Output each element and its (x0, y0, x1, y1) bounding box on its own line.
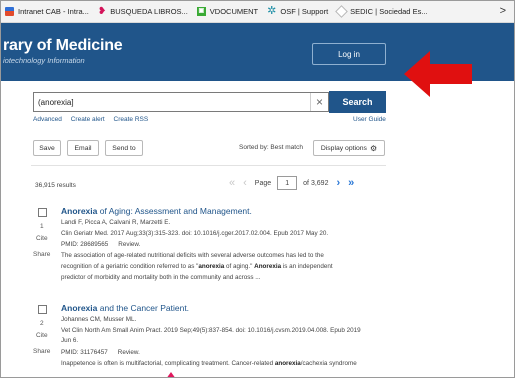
result-snippet-line: predictor of morbidity and mortality bot… (61, 274, 261, 281)
create-rss-link[interactable]: Create RSS (114, 116, 149, 123)
previous-page-icon[interactable]: ‹ (243, 177, 247, 189)
title-highlight: Anorexia (61, 303, 98, 313)
divider (31, 165, 386, 166)
search-links: Advanced Create alert Create RSS (33, 116, 155, 123)
first-page-icon[interactable]: « (229, 177, 235, 189)
result-checkbox[interactable] (38, 305, 47, 314)
title-highlight: Anorexia (61, 206, 98, 216)
result-snippet-line: recognition of a geriatric condition ref… (61, 263, 333, 270)
page-label: Page (254, 179, 272, 187)
create-alert-link[interactable]: Create alert (71, 116, 105, 123)
login-button[interactable]: Log in (312, 43, 386, 65)
bookmark-vdocument[interactable]: ▣ VDOCUMENT (196, 7, 259, 16)
advanced-link[interactable]: Advanced (33, 116, 62, 123)
bookmark-label: OSF | Support (280, 7, 329, 16)
browser-viewport: Intranet CAB - Intra... ❥ BUSQUEDA LIBRO… (0, 0, 515, 378)
term-highlight: Anorexia (254, 263, 282, 270)
bookmark-busqueda-libros[interactable]: ❥ BUSQUEDA LIBROS... (97, 6, 188, 17)
result-citation: Clin Geriatr Med. 2017 Aug;33(3):315-323… (61, 230, 329, 237)
result-snippet-line: The association of age-related nutrition… (61, 252, 324, 259)
chevron-right-icon[interactable]: > (500, 5, 506, 17)
bookmarks-bar: Intranet CAB - Intra... ❥ BUSQUEDA LIBRO… (1, 1, 514, 23)
result-authors: Johannes CM, Musser ML. (61, 316, 137, 323)
bookmark-label: SEDIC | Sociedad Es... (350, 7, 428, 16)
send-to-button[interactable]: Send to (105, 140, 143, 156)
result-pmid: PMID: 31176457 (61, 349, 108, 356)
red-arrow-annotation (404, 51, 472, 97)
title-text: of Aging: Assessment and Management. (97, 206, 252, 216)
bookmark-label: BUSQUEDA LIBROS... (110, 7, 188, 16)
page-total: of 3,692 (303, 179, 329, 187)
cab-icon (5, 7, 14, 16)
cite-button[interactable]: Cite (36, 332, 48, 339)
share-button[interactable]: Share (33, 251, 50, 258)
site-subtitle: iotechnology Information (3, 56, 85, 65)
user-guide-link[interactable]: User Guide (353, 116, 386, 123)
bookmark-label: Intranet CAB - Intra... (18, 7, 89, 16)
osf-icon: ✲ (267, 5, 277, 17)
result-pmid: PMID: 28689565 (61, 241, 109, 248)
gear-icon: ⚙ (369, 143, 378, 153)
save-button[interactable]: Save (33, 140, 61, 156)
search-button[interactable]: Search (329, 91, 386, 113)
display-options-label: Display options (320, 144, 367, 152)
result-pmid-line: PMID: 28689565 Review. (61, 241, 140, 248)
sedic-icon (335, 5, 349, 18)
bookmark-osf-support[interactable]: ✲ OSF | Support (267, 5, 329, 17)
clear-search-icon[interactable]: × (310, 93, 328, 111)
term-highlight: anorexia (198, 263, 225, 270)
result-title-link[interactable]: Anorexia of Aging: Assessment and Manage… (61, 206, 252, 216)
result-number: 2 (40, 320, 44, 327)
pagination: « ‹ Page 1 of 3,692 › » (229, 175, 362, 191)
busqueda-icon: ❥ (97, 6, 107, 17)
result-snippet-line: Inappetence is often is multifactorial, … (61, 360, 357, 367)
result-title-link[interactable]: Anorexia and the Cancer Patient. (61, 303, 189, 313)
site-header: rary of Medicine iotechnology Informatio… (1, 23, 514, 97)
result-checkbox[interactable] (38, 208, 47, 217)
result-authors: Landi F, Picca A, Calvani R, Marzetti E. (61, 219, 171, 226)
page-number-input[interactable]: 1 (277, 176, 298, 190)
results-toolbar: Save Email Send to Sorted by: Best match… (1, 137, 514, 161)
result-type: Review. (117, 349, 140, 356)
bookmark-label: VDOCUMENT (209, 7, 259, 16)
email-button[interactable]: Email (67, 140, 99, 156)
bookmark-sedic[interactable]: SEDIC | Sociedad Es... (335, 5, 428, 18)
pink-arrow-annotation (166, 372, 176, 377)
search-input[interactable]: (anorexia] (33, 92, 329, 112)
next-page-icon[interactable]: › (336, 177, 340, 189)
vdocument-icon: ▣ (196, 7, 206, 16)
last-page-icon[interactable]: » (348, 177, 354, 189)
title-text: and the Cancer Patient. (97, 303, 190, 313)
share-button[interactable]: Share (33, 348, 50, 355)
result-citation: Vet Clin North Am Small Anim Pract. 2019… (61, 327, 361, 334)
result-pmid-line: PMID: 31176457 Review. (61, 349, 140, 356)
display-options-button[interactable]: Display options ⚙ (313, 140, 385, 156)
result-number: 1 (40, 223, 44, 230)
cite-button[interactable]: Cite (36, 235, 48, 242)
results-count: 36,915 results (35, 182, 76, 189)
result-citation-cont: Jun 6. (61, 337, 79, 344)
result-type: Review. (118, 241, 141, 248)
sort-indicator[interactable]: Sorted by: Best match (239, 144, 303, 151)
bookmark-intranet-cab[interactable]: Intranet CAB - Intra... (5, 7, 89, 16)
term-highlight: anorexia (274, 360, 301, 367)
site-title[interactable]: rary of Medicine (3, 37, 123, 55)
